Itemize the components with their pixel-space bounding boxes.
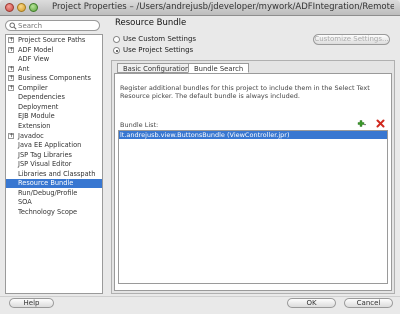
expand-icon[interactable]: + — [8, 75, 14, 82]
tree-item-label: Extension — [18, 121, 51, 130]
tree-item-project-source-paths[interactable]: + Project Source Paths — [6, 36, 102, 45]
tree-item-jsp-tag-libraries[interactable]: JSP Tag Libraries — [6, 151, 102, 160]
zoom-window-button[interactable] — [29, 3, 38, 12]
customize-settings-button[interactable]: Customize Settings... — [313, 34, 390, 45]
tree-item-label: Compiler — [18, 83, 48, 92]
tree-item-run-debug-profile[interactable]: Run/Debug/Profile — [6, 189, 102, 198]
tree-item-label: Libraries and Classpath — [18, 169, 96, 178]
expand-icon[interactable]: + — [8, 65, 14, 72]
expand-icon[interactable]: + — [8, 46, 14, 53]
category-tree[interactable]: + Project Source Paths + ADF Model ADF View +… — [5, 34, 103, 294]
bundle-list-item[interactable]: lt.andrejusb.view.ButtonsBundle (ViewCon… — [119, 131, 387, 139]
tree-item-dependencies[interactable]: Dependencies — [6, 93, 102, 102]
tree-item-label: Java EE Application — [18, 141, 82, 150]
tree-item-label: ADF View — [18, 55, 50, 64]
tree-item-compiler[interactable]: + Compiler — [6, 84, 102, 93]
tree-item-label: Javadoc — [18, 131, 44, 140]
tree-item-deployment[interactable]: Deployment — [6, 103, 102, 112]
remove-bundle-icon[interactable] — [376, 119, 385, 128]
tree-item-label: ADF Model — [18, 45, 54, 54]
search-input[interactable] — [18, 21, 96, 30]
cancel-button[interactable]: Cancel — [344, 298, 393, 308]
expand-icon[interactable]: + — [8, 37, 14, 43]
tab-bundle-search[interactable]: Bundle Search — [188, 63, 250, 73]
tree-item-label: JSP Visual Editor — [18, 160, 72, 169]
radio-project-label: Use Project Settings — [123, 46, 194, 54]
tree-item-adf-model[interactable]: + ADF Model — [6, 46, 102, 55]
bundle-list-label: Bundle List: — [120, 121, 159, 129]
radio-project-indicator[interactable] — [113, 47, 120, 54]
minimize-window-button[interactable] — [17, 3, 26, 12]
tree-item-technology-scope[interactable]: Technology Scope — [6, 208, 102, 217]
project-properties-dialog: Project Properties – /Users/andrejusb/jd… — [0, 0, 400, 314]
tree-item-java-ee-application[interactable]: Java EE Application — [6, 141, 102, 150]
tree-item-business-components[interactable]: + Business Components — [6, 74, 102, 83]
tree-item-adf-view[interactable]: ADF View — [6, 55, 102, 64]
tree-item-label: Business Components — [18, 74, 91, 83]
ok-button[interactable]: OK — [287, 298, 336, 308]
tree-item-label: Resource Bundle — [18, 179, 74, 188]
tree-item-label: JSP Tag Libraries — [18, 150, 72, 159]
window-title: Project Properties – /Users/andrejusb/jd… — [52, 2, 394, 12]
footer-divider — [0, 296, 400, 297]
search-field[interactable] — [5, 20, 100, 31]
close-window-button[interactable] — [5, 3, 14, 12]
tree-item-label: Ant — [18, 64, 30, 73]
description-text: Register additional bundles for this pro… — [120, 84, 370, 100]
tree-item-label: SOA — [18, 198, 32, 207]
expand-icon[interactable]: + — [8, 84, 14, 91]
tree-item-label: Run/Debug/Profile — [18, 188, 78, 197]
help-button[interactable]: Help — [9, 298, 54, 308]
tree-item-label: Technology Scope — [18, 207, 78, 216]
add-bundle-icon[interactable] — [356, 119, 366, 128]
tab-basic-configuration[interactable]: Basic Configuration — [117, 63, 196, 73]
use-custom-settings-radio[interactable]: Use Custom Settings — [113, 35, 223, 44]
bundle-list[interactable] — [118, 130, 388, 284]
tree-item-extension[interactable]: Extension — [6, 122, 102, 131]
tree-item-soa[interactable]: SOA — [6, 198, 102, 207]
tree-item-javadoc[interactable]: + Javadoc — [6, 132, 102, 141]
use-project-settings-radio[interactable]: Use Project Settings — [113, 46, 223, 55]
tree-item-label: EJB Module — [18, 112, 55, 121]
tree-item-libraries-and-classpath[interactable]: Libraries and Classpath — [6, 170, 102, 179]
expand-icon[interactable]: + — [8, 132, 14, 139]
page-title: Resource Bundle — [115, 18, 187, 28]
radio-custom-indicator[interactable] — [113, 36, 120, 43]
tree-item-ant[interactable]: + Ant — [6, 65, 102, 74]
tree-item-label: Dependencies — [18, 93, 65, 102]
tree-item-resource-bundle[interactable]: Resource Bundle — [6, 179, 102, 189]
tree-item-jsp-visual-editor[interactable]: JSP Visual Editor — [6, 160, 102, 169]
tree-item-ejb-module[interactable]: EJB Module — [6, 112, 102, 121]
title-bar: Project Properties – /Users/andrejusb/jd… — [0, 0, 400, 16]
radio-custom-label: Use Custom Settings — [123, 35, 197, 43]
tree-item-label: Project Source Paths — [18, 36, 86, 44]
search-icon — [9, 22, 17, 30]
tree-item-label: Deployment — [18, 102, 59, 111]
